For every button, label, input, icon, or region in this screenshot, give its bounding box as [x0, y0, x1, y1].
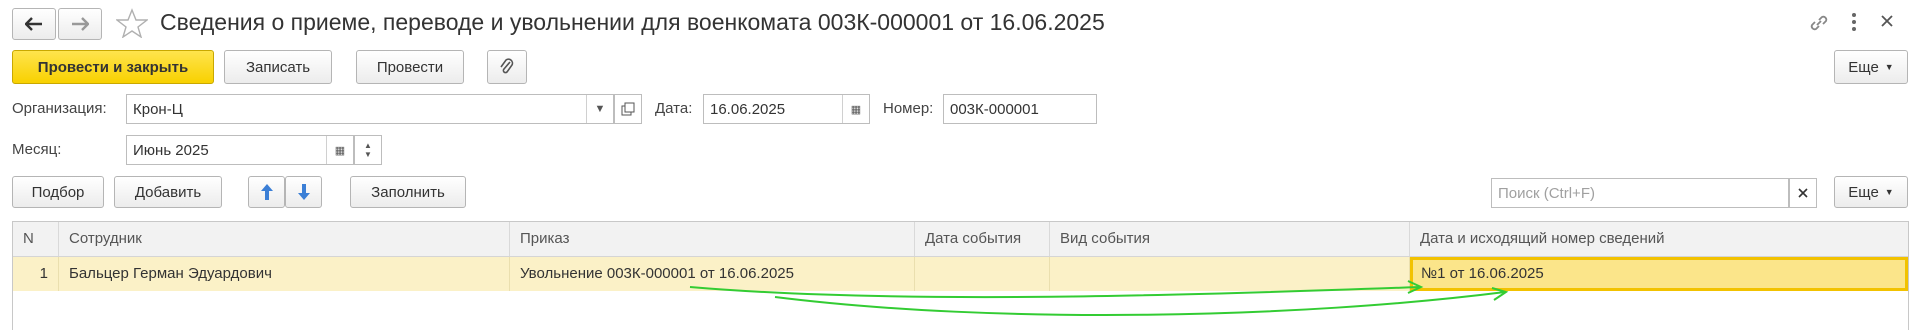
annotation-arrow-1 [689, 286, 1421, 299]
annotation-arrows [689, 280, 1509, 316]
